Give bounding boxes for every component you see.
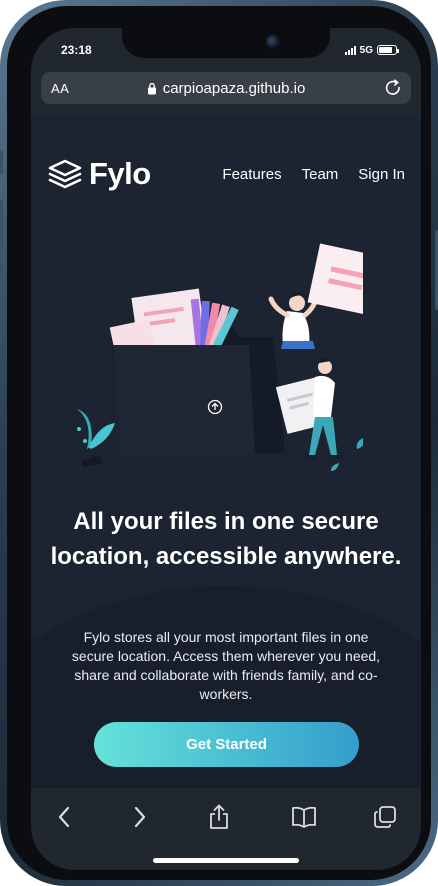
web-page: Fylo Features Team Sign In All your file…	[31, 116, 421, 788]
nav-links: Features Team Sign In	[222, 166, 405, 183]
url-text: carpioapaza.github.io	[162, 80, 306, 97]
stack-logo-icon	[48, 159, 82, 189]
hero-description: Fylo stores all your most important file…	[71, 629, 381, 702]
status-indicators: 5G	[344, 44, 399, 56]
paper-illustration-right	[307, 243, 363, 319]
phone-bezel: 23:18 5G AA carpioapaza.github.io Fylo F…	[7, 6, 431, 880]
back-button[interactable]	[44, 802, 84, 832]
nav-link-features[interactable]: Features	[222, 166, 281, 183]
home-indicator[interactable]	[153, 858, 299, 863]
network-type: 5G	[359, 44, 373, 56]
chevron-left-icon	[58, 806, 70, 828]
tabs-button[interactable]	[365, 802, 405, 832]
share-button[interactable]	[199, 802, 239, 832]
volume-down-button	[0, 262, 3, 312]
signal-icon	[344, 45, 356, 55]
book-icon	[292, 806, 316, 828]
camera-icon	[266, 35, 280, 49]
get-started-button[interactable]: Get Started	[94, 722, 359, 767]
browser-toolbar	[31, 788, 421, 870]
site-logo[interactable]: Fylo	[47, 156, 151, 192]
share-icon	[210, 804, 228, 829]
screen: 23:18 5G AA carpioapaza.github.io Fylo F…	[31, 28, 421, 870]
status-time: 23:18	[61, 43, 92, 57]
phone-frame: 23:18 5G AA carpioapaza.github.io Fylo F…	[0, 0, 438, 886]
address-bar-container: AA carpioapaza.github.io	[31, 72, 421, 116]
forward-button[interactable]	[120, 802, 160, 832]
hero-title: All your files in one secure location, a…	[50, 508, 402, 570]
nav-link-team[interactable]: Team	[302, 166, 339, 183]
volume-up-button	[0, 200, 3, 250]
person-illustration-bottom	[275, 357, 345, 459]
logo-text: Fylo	[89, 156, 151, 191]
plant-illustration	[77, 409, 115, 467]
url-display[interactable]: carpioapaza.github.io	[41, 80, 411, 97]
nav-link-sign-in[interactable]: Sign In	[358, 166, 405, 183]
mute-switch	[0, 150, 3, 174]
bookmarks-button[interactable]	[284, 802, 324, 832]
battery-icon	[377, 45, 399, 55]
hero-illustration	[77, 243, 363, 471]
reload-icon[interactable]	[383, 78, 403, 98]
site-header: Fylo Features Team Sign In	[47, 156, 405, 192]
chevron-right-icon	[134, 806, 146, 828]
tabs-icon	[374, 806, 396, 828]
lock-icon	[147, 82, 156, 95]
notch	[122, 28, 330, 58]
address-bar[interactable]: AA carpioapaza.github.io	[41, 72, 411, 104]
